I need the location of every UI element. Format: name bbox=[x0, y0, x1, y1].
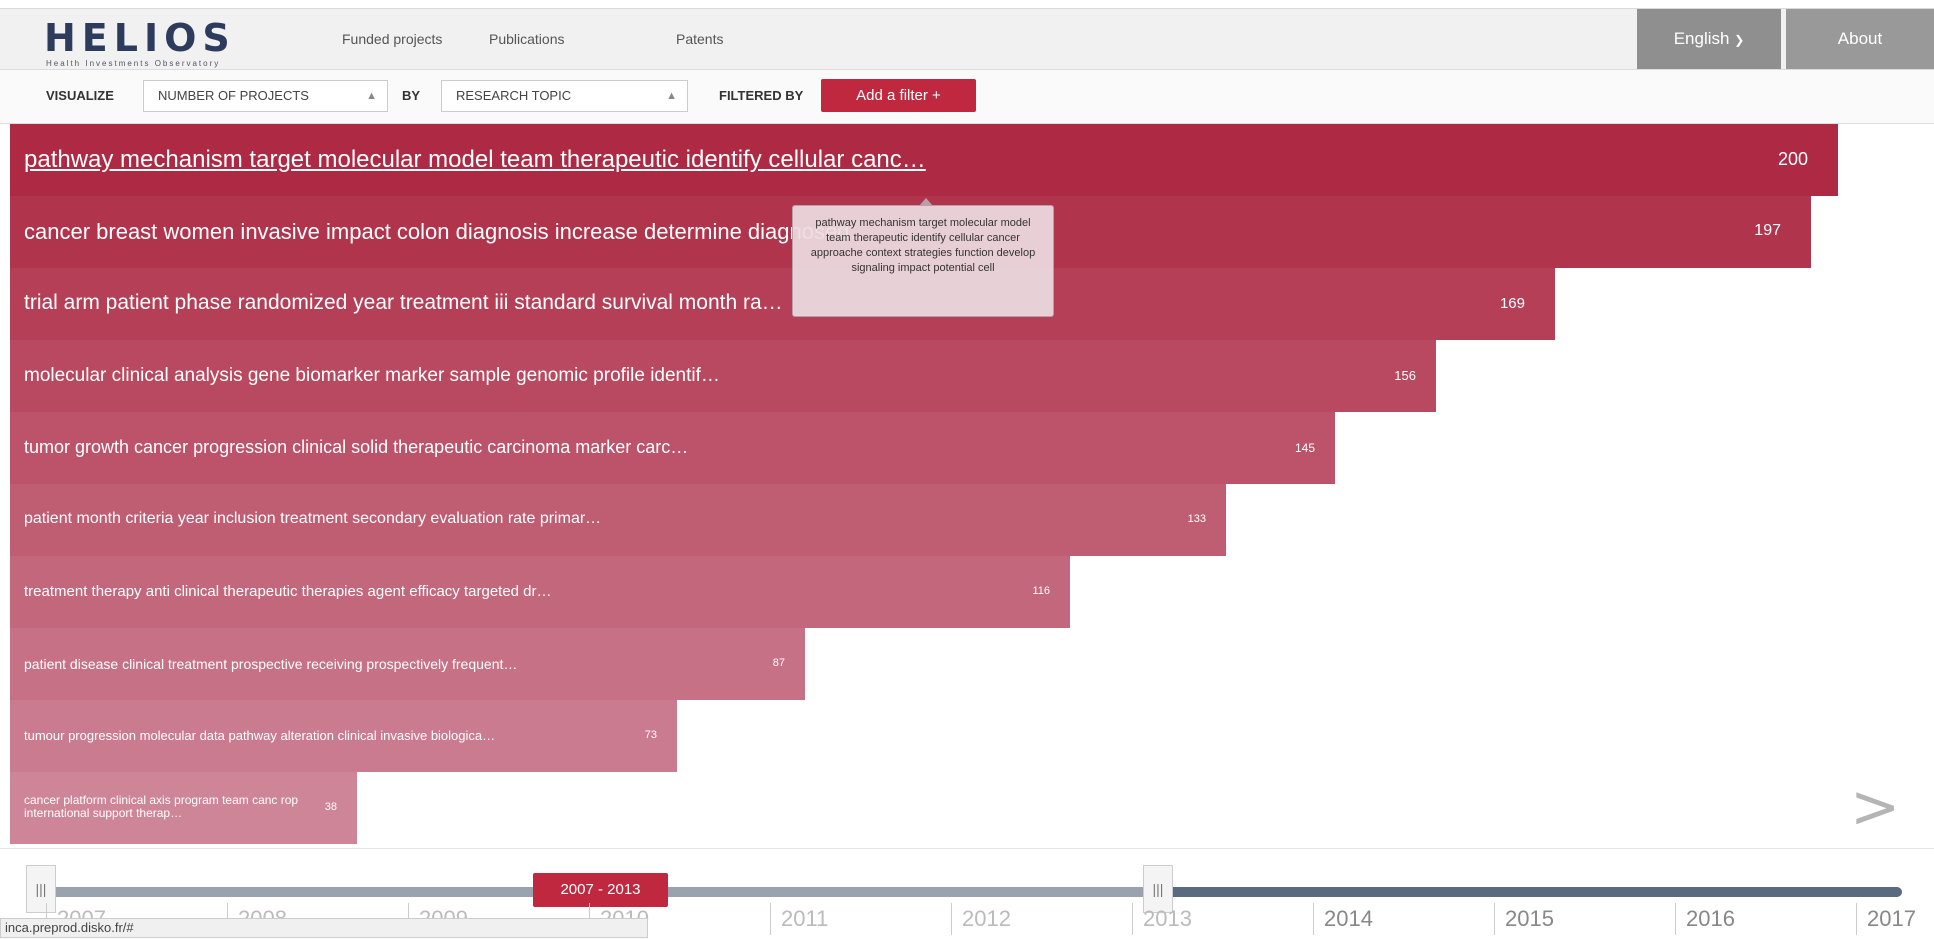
next-page-arrow-icon[interactable]: > bbox=[1850, 772, 1900, 842]
logo-wordmark: HELIOS bbox=[44, 16, 236, 60]
group-by-select[interactable]: RESEARCH TOPIC ▲ bbox=[441, 80, 688, 112]
visualize-select-value: NUMBER OF PROJECTS bbox=[158, 88, 309, 103]
language-label: English bbox=[1673, 29, 1730, 48]
timeline-year-label[interactable]: 2015 bbox=[1494, 903, 1554, 935]
topic-bar-label[interactable]: cancer breast women invasive impact colo… bbox=[24, 219, 871, 245]
filtered-by-label: FILTERED BY bbox=[719, 88, 804, 103]
topic-bar-value: 200 bbox=[1777, 149, 1808, 169]
helios-logo[interactable]: HELIOS Health Investments Observatory bbox=[44, 16, 274, 68]
topic-bar-label[interactable]: cancer platform clinical axis program te… bbox=[24, 794, 324, 820]
top-navigation: HELIOS Health Investments Observatory Fu… bbox=[0, 8, 1934, 70]
topic-bar-label[interactable]: treatment therapy anti clinical therapeu… bbox=[24, 583, 552, 600]
topic-bar-value: 145 bbox=[1294, 441, 1315, 455]
topic-bar[interactable]: treatment therapy anti clinical therapeu… bbox=[10, 556, 1070, 628]
topic-bar-value: 133 bbox=[1187, 513, 1206, 525]
topic-bar-value: 87 bbox=[772, 657, 785, 669]
timeline-year-label[interactable]: 2014 bbox=[1313, 903, 1373, 935]
group-by-select-value: RESEARCH TOPIC bbox=[456, 88, 572, 103]
topic-bar[interactable]: pathway mechanism target molecular model… bbox=[10, 124, 1838, 196]
topic-bar-label[interactable]: trial arm patient phase randomized year … bbox=[24, 291, 783, 315]
filter-bar: VISUALIZE NUMBER OF PROJECTS ▲ BY RESEAR… bbox=[0, 70, 1934, 124]
topic-bar[interactable]: tumour progression molecular data pathwa… bbox=[10, 700, 677, 772]
timeline-year-label[interactable]: 2012 bbox=[951, 903, 1011, 935]
topic-bar[interactable]: patient month criteria year inclusion tr… bbox=[10, 484, 1226, 556]
nav-funded-projects[interactable]: Funded projects bbox=[342, 31, 442, 47]
topic-bar-label[interactable]: tumour progression molecular data pathwa… bbox=[24, 728, 495, 743]
select-arrows-icon: ▲ bbox=[366, 90, 377, 102]
timeline-year-label[interactable]: 2017 bbox=[1856, 903, 1916, 935]
select-arrows-icon: ▲ bbox=[666, 90, 677, 102]
by-label: BY bbox=[402, 88, 421, 103]
about-button[interactable]: About bbox=[1786, 9, 1934, 69]
topic-bar[interactable]: molecular clinical analysis gene biomark… bbox=[10, 340, 1436, 412]
topic-bar-label[interactable]: tumor growth cancer progression clinical… bbox=[24, 437, 688, 458]
timeline-year-label[interactable]: 2016 bbox=[1675, 903, 1735, 935]
topic-bar-label[interactable]: patient month criteria year inclusion tr… bbox=[24, 510, 601, 528]
topic-bar-label[interactable]: pathway mechanism target molecular model… bbox=[24, 146, 926, 174]
topic-bar[interactable]: cancer platform clinical axis program te… bbox=[10, 772, 357, 844]
browser-status-url: inca.preprod.disko.fr/# bbox=[0, 918, 648, 938]
chevron-down-icon: ❯ bbox=[1734, 33, 1745, 47]
topic-bar-value: 73 bbox=[644, 729, 657, 741]
language-dropdown[interactable]: English ❯ bbox=[1637, 9, 1781, 69]
visualize-label: VISUALIZE bbox=[46, 88, 114, 103]
topic-bar-value: 38 bbox=[324, 801, 337, 813]
topic-tooltip: pathway mechanism target molecular model… bbox=[792, 198, 1054, 317]
topic-bar[interactable]: patient disease clinical treatment prosp… bbox=[10, 628, 805, 700]
topic-bar-label[interactable]: patient disease clinical treatment prosp… bbox=[24, 656, 517, 672]
topic-bar-value: 197 bbox=[1754, 222, 1781, 239]
visualize-select[interactable]: NUMBER OF PROJECTS ▲ bbox=[143, 80, 388, 112]
add-filter-button[interactable]: Add a filter + bbox=[821, 79, 976, 112]
range-label-badge: 2007 - 2013 bbox=[533, 873, 668, 907]
topic-bar-label[interactable]: molecular clinical analysis gene biomark… bbox=[24, 365, 720, 387]
logo-subtitle: Health Investments Observatory bbox=[46, 59, 221, 68]
nav-publications[interactable]: Publications bbox=[489, 31, 565, 47]
topic-bar-value: 156 bbox=[1394, 368, 1416, 383]
topic-bar[interactable]: tumor growth cancer progression clinical… bbox=[10, 412, 1335, 484]
topic-bar-value: 116 bbox=[1032, 585, 1050, 597]
topic-bar-value: 169 bbox=[1499, 295, 1525, 312]
nav-patents[interactable]: Patents bbox=[676, 31, 723, 47]
timeline-year-label[interactable]: 2011 bbox=[770, 903, 828, 935]
topic-bar[interactable]: trial arm patient phase randomized year … bbox=[10, 268, 1555, 340]
timeline-year-label[interactable]: 2013 bbox=[1132, 903, 1192, 935]
